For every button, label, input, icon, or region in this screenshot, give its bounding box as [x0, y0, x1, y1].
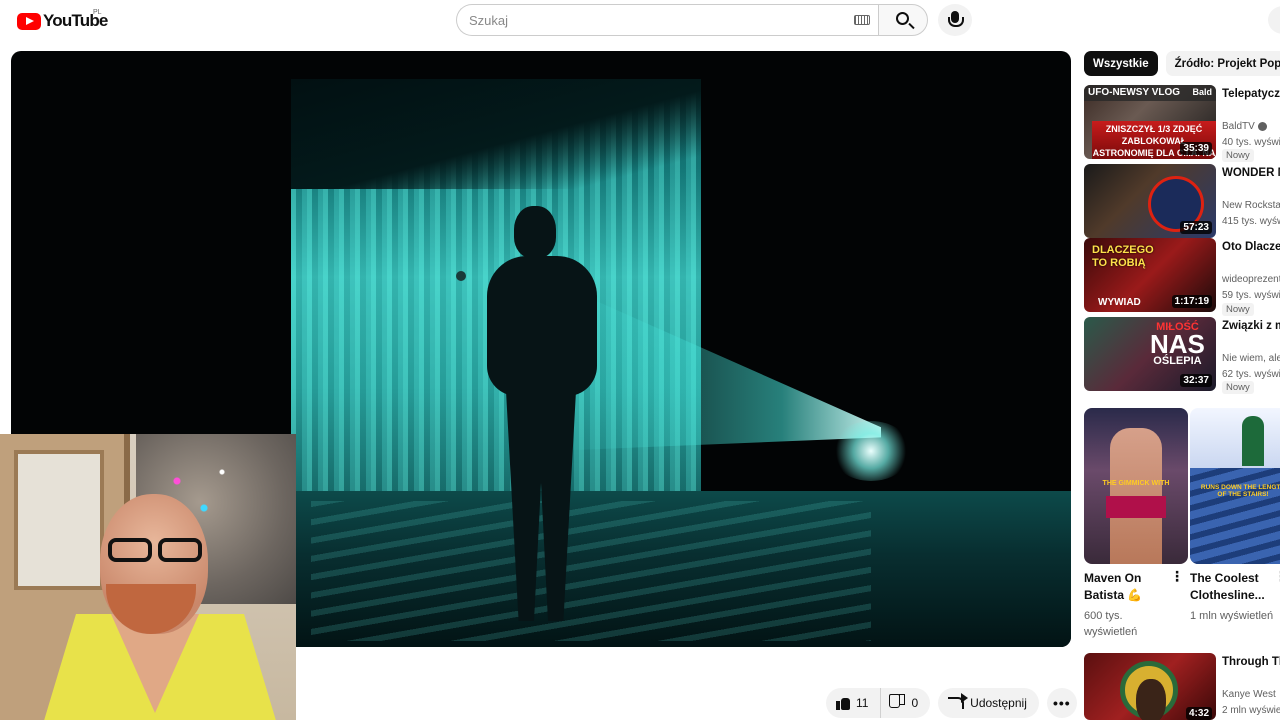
microphone-icon	[948, 11, 964, 27]
video-duration: 1:17:19	[1171, 295, 1212, 308]
view-count: 415 tys. wyświetleń	[1222, 216, 1280, 227]
video-thumbnail[interactable]: UFO-NEWSY VLOG Bald ZNISZCZYŁ 1/3 ZDJĘĆ …	[1084, 85, 1216, 159]
view-count: 62 tys. wyświetleń	[1222, 369, 1280, 380]
view-count: 2 mln wyświetleń	[1222, 705, 1280, 716]
video-title[interactable]: Oto Dlaczeg Ludzi i Odpr	[1222, 239, 1280, 271]
video-frame-light-beam	[551, 281, 881, 451]
video-title[interactable]: Through Th Version)	[1222, 654, 1280, 686]
top-bar: YouTube PL	[0, 0, 1280, 40]
channel-name[interactable]: BaldTV	[1222, 121, 1280, 132]
video-duration: 35:39	[1180, 142, 1212, 155]
view-count: 59 tys. wyświetleń	[1222, 290, 1280, 301]
new-badge: Nowy	[1222, 149, 1254, 162]
verified-icon	[1257, 121, 1267, 131]
new-badge: Nowy	[1222, 381, 1254, 394]
video-title[interactable]: WONDER M FULL SEASO	[1222, 165, 1280, 197]
video-duration: 57:23	[1180, 221, 1212, 234]
thumbnail-tag: Bald	[1192, 87, 1212, 97]
webcam-overlay	[0, 434, 296, 720]
thumbs-up-icon	[836, 696, 850, 710]
thumbnail-caption: MIŁOŚĆ NAS OŚLEPIA	[1150, 321, 1205, 367]
like-dislike-group: 11 0	[826, 688, 931, 718]
short-thumbnail[interactable]: RUNS DOWN THE LENGTH OF THE STAIRS!	[1190, 408, 1280, 564]
short-menu-icon[interactable]: ⋮	[1170, 569, 1184, 588]
channel-name[interactable]: Nie wiem, ale	[1222, 353, 1280, 364]
recommendation-item[interactable]: 57:23 WONDER M FULL SEASO New Rockstars …	[1084, 164, 1280, 240]
more-icon: •••	[1053, 695, 1071, 711]
short-caption: RUNS DOWN THE LENGTH OF THE STAIRS!	[1200, 484, 1280, 498]
video-duration: 32:37	[1180, 374, 1212, 387]
short-person	[1242, 416, 1264, 466]
channel-name[interactable]: wideoprezentacje	[1222, 274, 1280, 285]
video-thumbnail[interactable]: 4:32	[1084, 653, 1216, 720]
country-code: PL	[93, 9, 102, 16]
short-stairs	[1190, 468, 1280, 564]
webcam-glasses	[82, 538, 202, 564]
video-duration: 4:32	[1185, 707, 1212, 720]
more-actions-button[interactable]: •••	[1046, 688, 1077, 718]
create-button[interactable]	[1268, 6, 1280, 34]
video-figure-head	[514, 206, 556, 258]
search-icon	[896, 12, 909, 25]
video-figure-rose	[456, 271, 466, 281]
video-frame-shadow	[291, 79, 701, 189]
thumbnail-subcaption: WYWIAD	[1098, 297, 1141, 308]
like-count: 11	[856, 696, 869, 710]
video-thumbnail[interactable]: 57:23	[1084, 164, 1216, 238]
channel-name[interactable]: Kanye West	[1222, 689, 1280, 700]
video-actions: 11 0 Udostępnij •••	[826, 688, 1077, 718]
share-label: Udostępnij	[970, 696, 1027, 710]
channel-name[interactable]: New Rockstars	[1222, 200, 1280, 211]
new-badge: Nowy	[1222, 303, 1254, 316]
search-box	[456, 4, 878, 36]
chip-source[interactable]: Źródło: Projekt Popkultura	[1165, 51, 1280, 76]
search-button[interactable]	[878, 4, 928, 36]
short-views: 600 tys. wyświetleń	[1084, 610, 1138, 638]
keyboard-icon[interactable]	[854, 15, 870, 25]
share-icon	[948, 693, 969, 709]
dislike-count: 0	[911, 696, 919, 710]
filter-chips: Wszystkie Źródło: Projekt Popkultura	[1084, 51, 1280, 77]
short-title[interactable]: Maven On Batista 💪	[1084, 570, 1176, 604]
chip-all[interactable]: Wszystkie	[1084, 51, 1158, 76]
short-title[interactable]: The Coolest Clothesline...	[1190, 570, 1280, 604]
video-frame-spotlight	[831, 421, 911, 481]
short-menu-icon[interactable]: ⋮	[1274, 569, 1280, 588]
like-button[interactable]: 11	[826, 688, 882, 718]
recommendation-item[interactable]: 4:32 Through Th Version) Kanye West 2 ml…	[1084, 653, 1280, 720]
thumbnail-caption: DLACZEGO TO ROBIĄ	[1092, 244, 1154, 269]
play-logo-icon	[17, 12, 41, 30]
short-thumbnail[interactable]: THE GIMMICK WITH	[1084, 408, 1188, 564]
short-views: 1 mln wyświetleń	[1190, 610, 1274, 622]
video-title[interactable]: Telepatyczni USA, Darow	[1222, 86, 1280, 118]
share-button[interactable]: Udostępnij	[938, 688, 1039, 718]
thumbs-down-icon	[891, 696, 905, 710]
video-thumbnail[interactable]: MIŁOŚĆ NAS OŚLEPIA 32:37	[1084, 317, 1216, 391]
thumbnail-face	[1136, 679, 1166, 720]
video-frame-floor-sheen	[311, 501, 871, 641]
dislike-button[interactable]: 0	[881, 688, 930, 718]
short-wrestler-trunks	[1106, 496, 1166, 518]
view-count: 40 tys. wyświetleń	[1222, 137, 1280, 148]
video-figure-body	[487, 256, 597, 396]
video-title[interactable]: Związki z m udane niż z	[1222, 318, 1280, 350]
search-input[interactable]	[469, 11, 829, 29]
short-caption: THE GIMMICK WITH	[1102, 480, 1170, 487]
video-thumbnail[interactable]: DLACZEGO TO ROBIĄ WYWIAD 1:17:19	[1084, 238, 1216, 312]
voice-search-button[interactable]	[938, 4, 972, 36]
